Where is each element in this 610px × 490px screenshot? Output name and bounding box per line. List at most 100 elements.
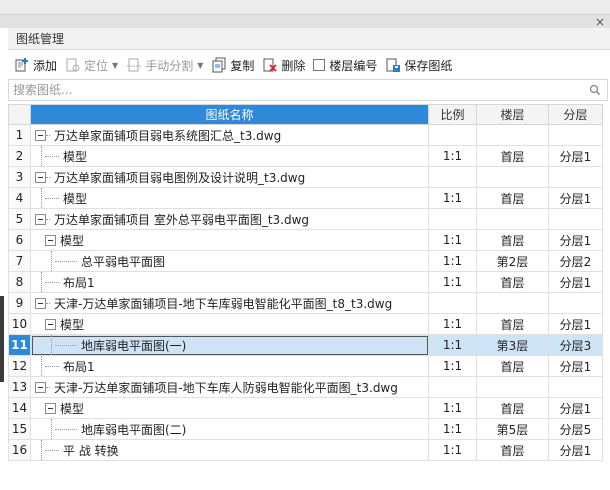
drawing-name-header[interactable]: 图纸名称 [30, 104, 429, 125]
drawing-name-cell[interactable]: 地库弱电平面图(二) [30, 418, 429, 440]
table-row[interactable]: 14 模型 1:1 首层 分层1 [8, 397, 603, 419]
scale-cell[interactable]: 1:1 [428, 187, 477, 209]
floor-cell[interactable] [476, 166, 549, 188]
table-row[interactable]: 11 地库弱电平面图(一) 1:1 第3层 分层3 [8, 334, 603, 356]
floor-cell[interactable]: 第3层 [476, 334, 549, 356]
floor-cell[interactable]: 首层 [476, 229, 549, 251]
layer-cell[interactable] [548, 376, 603, 398]
scale-cell[interactable]: 1:1 [428, 250, 477, 272]
manual-split-button[interactable]: 手动分割 ▼ [124, 55, 207, 75]
scale-cell[interactable] [428, 208, 477, 230]
floor-cell[interactable]: 首层 [476, 271, 549, 293]
splitter-handle[interactable] [0, 296, 4, 382]
scale-header[interactable]: 比例 [428, 104, 477, 125]
locate-button[interactable]: 定位 ▼ [63, 55, 122, 75]
collapse-toggle-icon[interactable] [45, 402, 56, 414]
drawing-name-cell[interactable]: 天津-万达单家面铺项目-地下车库弱电智能化平面图_t8_t3.dwg [30, 292, 429, 314]
table-row[interactable]: 2 模型 1:1 首层 分层1 [8, 145, 603, 167]
table-row[interactable]: 16 平 战 转换 1:1 首层 分层1 [8, 439, 603, 461]
drawing-name-cell[interactable]: 模型 [30, 145, 429, 167]
layer-cell[interactable]: 分层5 [548, 418, 603, 440]
floor-cell[interactable]: 首层 [476, 355, 549, 377]
table-row[interactable]: 6 模型 1:1 首层 分层1 [8, 229, 603, 251]
floor-header[interactable]: 楼层 [476, 104, 549, 125]
collapse-toggle-icon[interactable] [35, 213, 46, 225]
checkbox-icon[interactable] [313, 59, 326, 71]
layer-cell[interactable]: 分层1 [548, 397, 603, 419]
scale-cell[interactable]: 1:1 [428, 313, 477, 335]
layer-cell[interactable]: 分层1 [548, 271, 603, 293]
drawing-name-cell[interactable]: 地库弱电平面图(一) [30, 334, 429, 356]
table-row[interactable]: 10 模型 1:1 首层 分层1 [8, 313, 603, 335]
floor-cell[interactable]: 首层 [476, 313, 549, 335]
layer-cell[interactable] [548, 208, 603, 230]
collapse-toggle-icon[interactable] [35, 129, 46, 141]
drawing-name-cell[interactable]: 万达单家面铺项目 室外总平弱电平面图_t3.dwg [30, 208, 429, 230]
collapse-toggle-icon[interactable] [45, 234, 56, 246]
drawing-name-cell[interactable]: 模型 [30, 397, 429, 419]
layer-header[interactable]: 分层 [548, 104, 603, 125]
table-row[interactable]: 3 万达单家面铺项目弱电图例及设计说明_t3.dwg [8, 166, 603, 188]
layer-cell[interactable]: 分层1 [548, 187, 603, 209]
chevron-down-icon[interactable]: ▼ [197, 61, 203, 70]
floor-cell[interactable] [476, 124, 549, 146]
scale-cell[interactable]: 1:1 [428, 439, 477, 461]
search-icon[interactable] [589, 84, 601, 96]
copy-button[interactable]: 复制 [209, 55, 258, 75]
table-row[interactable]: 4 模型 1:1 首层 分层1 [8, 187, 603, 209]
drawing-name-cell[interactable]: 布局1 [30, 271, 429, 293]
collapse-toggle-icon[interactable] [45, 318, 56, 330]
floor-cell[interactable] [476, 208, 549, 230]
collapse-toggle-icon[interactable] [35, 171, 46, 183]
scale-cell[interactable] [428, 124, 477, 146]
table-row[interactable]: 7 总平弱电平面图 1:1 第2层 分层2 [8, 250, 603, 272]
scale-cell[interactable]: 1:1 [428, 397, 477, 419]
save-drawing-button[interactable]: 保存图纸 [383, 55, 456, 75]
floor-cell[interactable]: 第5层 [476, 418, 549, 440]
add-button[interactable]: 添加 [12, 55, 61, 75]
scale-cell[interactable]: 1:1 [428, 229, 477, 251]
chevron-down-icon[interactable]: ▼ [112, 61, 118, 70]
floor-cell[interactable]: 首层 [476, 145, 549, 167]
drawing-name-cell[interactable]: 模型 [30, 229, 429, 251]
layer-cell[interactable]: 分层1 [548, 355, 603, 377]
scale-cell[interactable]: 1:1 [428, 271, 477, 293]
collapse-toggle-icon[interactable] [35, 297, 46, 309]
drawing-name-cell[interactable]: 布局1 [30, 355, 429, 377]
floor-cell[interactable] [476, 376, 549, 398]
scale-cell[interactable] [428, 292, 477, 314]
floor-cell[interactable]: 首层 [476, 439, 549, 461]
table-row[interactable]: 1 万达单家面铺项目弱电系统图汇总_t3.dwg [8, 124, 603, 146]
table-row[interactable]: 15 地库弱电平面图(二) 1:1 第5层 分层5 [8, 418, 603, 440]
layer-cell[interactable]: 分层3 [548, 334, 603, 356]
table-row[interactable]: 13 天津-万达单家面铺项目-地下车库人防弱电智能化平面图_t3.dwg [8, 376, 603, 398]
drawing-name-cell[interactable]: 万达单家面铺项目弱电图例及设计说明_t3.dwg [30, 166, 429, 188]
layer-cell[interactable]: 分层1 [548, 439, 603, 461]
drawing-name-cell[interactable]: 总平弱电平面图 [30, 250, 429, 272]
layer-cell[interactable]: 分层1 [548, 313, 603, 335]
collapse-toggle-icon[interactable] [35, 381, 46, 393]
scale-cell[interactable] [428, 166, 477, 188]
layer-cell[interactable]: 分层2 [548, 250, 603, 272]
layer-cell[interactable] [548, 166, 603, 188]
floor-cell[interactable]: 首层 [476, 397, 549, 419]
close-icon[interactable]: × [594, 16, 606, 28]
drawing-name-cell[interactable]: 平 战 转换 [30, 439, 429, 461]
floor-cell[interactable]: 首层 [476, 187, 549, 209]
table-row[interactable]: 9 天津-万达单家面铺项目-地下车库弱电智能化平面图_t8_t3.dwg [8, 292, 603, 314]
table-row[interactable]: 12 布局1 1:1 首层 分层1 [8, 355, 603, 377]
drawing-name-cell[interactable]: 模型 [30, 187, 429, 209]
layer-cell[interactable]: 分层1 [548, 145, 603, 167]
scale-cell[interactable]: 1:1 [428, 355, 477, 377]
drawing-name-cell[interactable]: 天津-万达单家面铺项目-地下车库人防弱电智能化平面图_t3.dwg [30, 376, 429, 398]
floor-cell[interactable]: 第2层 [476, 250, 549, 272]
table-row[interactable]: 5 万达单家面铺项目 室外总平弱电平面图_t3.dwg [8, 208, 603, 230]
floor-number-checkbox[interactable]: 楼层编号 [311, 55, 381, 75]
scale-cell[interactable]: 1:1 [428, 145, 477, 167]
scale-cell[interactable] [428, 376, 477, 398]
search-input[interactable] [9, 80, 569, 100]
drawing-name-cell[interactable]: 模型 [30, 313, 429, 335]
drawing-name-cell[interactable]: 万达单家面铺项目弱电系统图汇总_t3.dwg [30, 124, 429, 146]
scale-cell[interactable]: 1:1 [428, 418, 477, 440]
delete-button[interactable]: 删除 [260, 55, 309, 75]
